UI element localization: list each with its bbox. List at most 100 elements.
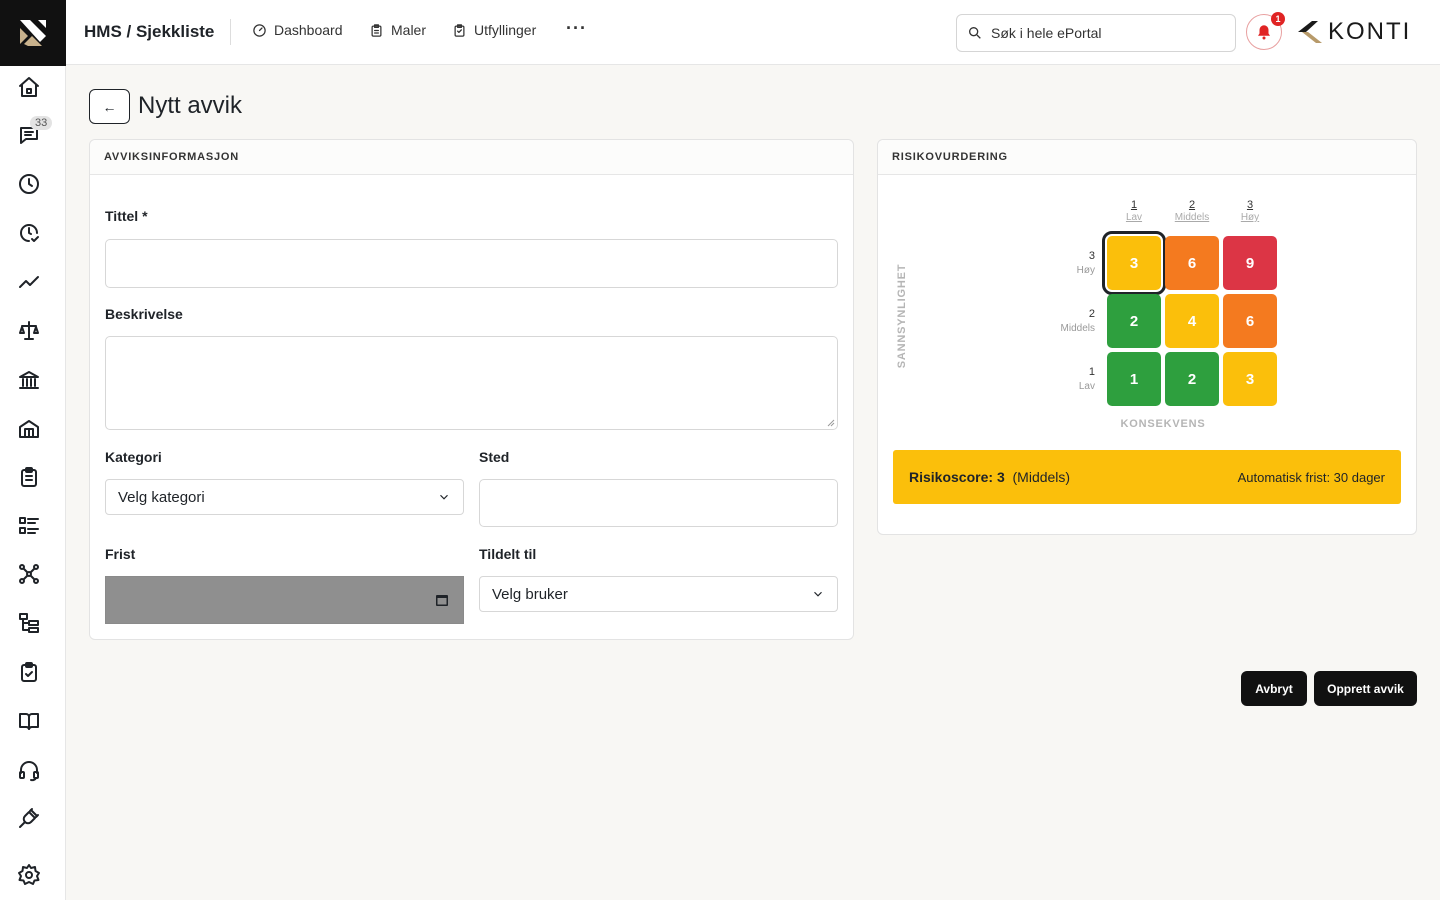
row-number: 1 [1088, 366, 1095, 378]
deviation-info-heading: AVVIKSINFORMASJON [90, 140, 853, 175]
header-divider [230, 19, 231, 45]
category-select[interactable]: Velg kategori [105, 479, 464, 515]
bell-icon [1258, 25, 1270, 40]
auto-deadline: Automatisk frist: 30 dager [1237, 469, 1385, 485]
list-icon[interactable] [16, 513, 42, 539]
category-label: Kategori [105, 449, 162, 465]
row-label: Lav [1078, 381, 1095, 392]
y-axis-label: SANNSYNLIGHET [896, 263, 908, 369]
risk-cell-1-2[interactable]: 2 [1165, 352, 1219, 406]
row-label: Høy [1076, 265, 1095, 276]
description-field[interactable] [105, 336, 838, 430]
building-icon[interactable] [16, 416, 42, 442]
location-label: Sted [479, 449, 510, 465]
chevron-down-icon [440, 494, 448, 500]
risk-assessment-heading: RISIKOVURDERING [878, 140, 1416, 175]
risk-score-label: Risikoscore: [909, 469, 994, 485]
clock-check-icon[interactable] [16, 220, 42, 246]
risk-score: Risikoscore: 3 (Middels) [909, 469, 1070, 485]
search-box[interactable] [956, 14, 1236, 52]
app-logo[interactable] [0, 0, 66, 66]
row-header-1: 1 Lav [1045, 366, 1095, 392]
brand-mark-icon [1298, 21, 1322, 43]
tree-icon[interactable] [16, 610, 42, 636]
nav-dashboard-label: Dashboard [274, 22, 343, 38]
headset-icon[interactable] [16, 757, 42, 783]
nav-utfyllinger-label: Utfyllinger [474, 22, 537, 38]
nav-dashboard[interactable]: Dashboard [252, 22, 343, 38]
back-button[interactable]: ← [89, 89, 130, 124]
bank-icon[interactable] [16, 367, 42, 393]
gauge-icon [253, 23, 266, 37]
breadcrumb[interactable]: HMS / Sjekkliste [84, 22, 214, 42]
risk-cell-3-3[interactable]: 9 [1223, 236, 1277, 290]
clipboard-list-icon [454, 23, 465, 37]
title-field[interactable] [105, 239, 838, 288]
calendar-icon[interactable] [435, 593, 449, 607]
logo-mark-icon [20, 20, 46, 46]
trend-icon[interactable] [16, 269, 42, 295]
deadline-label: Frist [105, 546, 136, 562]
home-icon[interactable] [16, 74, 42, 100]
more-menu-button[interactable]: ··· [566, 18, 587, 39]
x-axis-label: KONSEKVENS [1120, 418, 1206, 430]
column-number: 2 [1188, 199, 1196, 211]
column-number: 3 [1246, 199, 1254, 211]
settings-icon[interactable] [16, 862, 42, 888]
risk-cell-1-3[interactable]: 3 [1223, 352, 1277, 406]
risk-cell-2-2[interactable]: 4 [1165, 294, 1219, 348]
nav-maler-label: Maler [391, 22, 427, 38]
top-header: HMS / Sjekkliste Dashboard Maler Utfylli… [66, 0, 1440, 65]
risk-score-value: 3 [996, 469, 1005, 485]
brand-name: KONTI [1328, 18, 1412, 45]
description-label: Beskrivelse [105, 306, 183, 322]
nav-utfyllinger[interactable]: Utfyllinger [452, 22, 536, 38]
row-header-2: 2 Middels [1045, 308, 1095, 334]
category-value: Velg kategori [118, 488, 205, 506]
clock-icon[interactable] [16, 171, 42, 197]
column-header-2[interactable]: 2 Middels [1165, 199, 1219, 223]
risk-score-bar: Risikoscore: 3 (Middels) Automatisk fris… [893, 450, 1401, 504]
notification-badge: 1 [1271, 12, 1285, 26]
deadline-date-field[interactable] [105, 576, 464, 624]
risk-cell-1-1[interactable]: 1 [1107, 352, 1161, 406]
risk-cell-3-1[interactable]: 3 [1102, 231, 1166, 295]
brand-logo: KONTI [1296, 18, 1411, 46]
resize-handle-icon[interactable] [827, 419, 835, 427]
risk-score-level: (Middels) [1012, 469, 1071, 485]
column-label: Lav [1125, 212, 1143, 223]
title-label: Tittel * [105, 208, 148, 224]
column-number: 1 [1130, 199, 1138, 211]
column-label: Høy [1240, 212, 1260, 223]
clipboard-icon [371, 23, 382, 37]
chevron-down-icon [814, 591, 822, 597]
risk-cell-2-3[interactable]: 6 [1223, 294, 1277, 348]
book-icon[interactable] [16, 708, 42, 734]
scale-icon[interactable] [16, 318, 42, 344]
chat-badge: 33 [30, 116, 53, 130]
search-input[interactable] [991, 25, 1221, 41]
column-label: Middels [1174, 212, 1210, 223]
risk-cell-2-1[interactable]: 2 [1107, 294, 1161, 348]
column-header-3[interactable]: 3 Høy [1223, 199, 1277, 223]
assigned-label: Tildelt til [479, 546, 537, 562]
row-label: Middels [1060, 323, 1095, 334]
page-title: Nytt avvik [138, 92, 243, 119]
assigned-value: Velg bruker [492, 585, 568, 603]
column-header-1[interactable]: 1 Lav [1107, 199, 1161, 223]
network-icon[interactable] [16, 561, 42, 587]
clipboard-check-icon[interactable] [16, 659, 42, 685]
assigned-select[interactable]: Velg bruker [479, 576, 838, 612]
risk-cell-3-2[interactable]: 6 [1165, 236, 1219, 290]
location-field[interactable] [479, 479, 838, 527]
row-header-3: 3 Høy [1045, 250, 1095, 276]
clipboard-icon[interactable] [16, 464, 42, 490]
create-deviation-button[interactable]: Opprett avvik [1314, 671, 1417, 706]
nav-maler[interactable]: Maler [369, 22, 426, 38]
cancel-button[interactable]: Avbryt [1241, 671, 1307, 706]
search-icon [969, 26, 981, 39]
row-number: 2 [1088, 308, 1095, 320]
sidebar: 33 [0, 0, 66, 900]
row-number: 3 [1088, 250, 1095, 262]
plug-icon[interactable] [16, 805, 42, 831]
